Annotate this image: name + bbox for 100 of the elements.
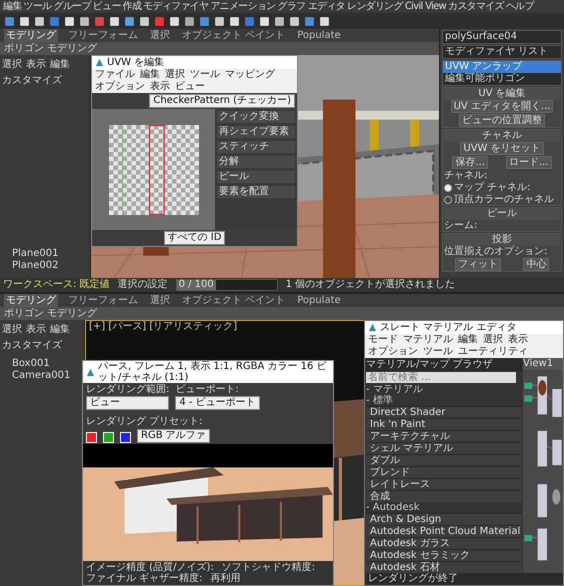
scene-item[interactable]: Box001 [2,358,82,370]
square-icon[interactable] [184,16,195,26]
ribbon-tab[interactable]: Populate [295,29,343,42]
menu-item[interactable]: 表示 [149,81,171,93]
menu-item[interactable]: 編集 [457,334,479,346]
menu-item[interactable]: マテリアル [402,334,454,346]
menu-item[interactable]: オプション [367,346,419,358]
material-item[interactable]: Arch & Design [366,513,522,525]
explorer-tab[interactable]: 編集 [50,57,70,71]
id-dropdown[interactable]: すべての ID [164,231,226,245]
rollout-title[interactable]: ピール [444,208,560,220]
rollout-title[interactable]: ピール [217,171,295,183]
ribbon-tab[interactable]: モデリング [4,294,58,307]
rollout-title[interactable]: クイック変換 [217,111,295,123]
menu-item[interactable]: カスタマイズ [447,0,505,13]
explorer-tab[interactable]: 編集 [50,322,70,336]
panel-button[interactable]: 保存... [452,156,488,169]
category-header[interactable]: - Autodesk [366,502,522,513]
menu-item[interactable]: ツール [22,0,53,13]
explorer-tab[interactable]: 選択 [2,322,22,336]
panel-button[interactable]: UV エディタを開く... [450,100,554,113]
modifier-item[interactable]: UVW アンラップ [443,61,561,73]
viewport-dropdown[interactable]: 4 - ビューポート [175,396,260,410]
square-icon[interactable] [169,16,180,26]
square-icon[interactable] [259,16,270,26]
ribbon-tab[interactable]: 選択 [148,29,172,42]
menu-item[interactable]: ヘルプ [504,0,535,13]
explorer-tab[interactable]: カスタマイズ [2,338,62,352]
ribbon-tab[interactable]: フリーフォーム [66,29,140,42]
material-item[interactable]: Autodesk 石材 [366,561,522,573]
material-item[interactable]: レイトレース [366,478,522,490]
panel-button[interactable]: ロード... [506,156,552,169]
menu-item[interactable]: Civil View [404,0,448,13]
area-dropdown[interactable]: ビュー [86,396,170,410]
explorer-tab[interactable]: 表示 [26,322,46,336]
search-field[interactable]: 名前で検索 ... [366,372,516,383]
menu-item[interactable]: ツール [422,346,454,358]
texture-dropdown[interactable]: CheckerPattern (チェッカー) [149,94,295,108]
workspace-dropdown[interactable]: ワークスペース: 既定値 [3,279,110,291]
category-header[interactable]: - マテリアル [366,384,522,395]
square-icon[interactable] [64,16,75,26]
radio-option[interactable]: 頂点カラーのチャネル [444,194,554,205]
square-icon[interactable] [124,16,135,26]
material-item[interactable]: Autodesk ガラス [366,537,522,549]
rollout-title[interactable]: 投影 [444,234,560,246]
menu-item[interactable]: アニメーション [209,0,276,13]
ribbon-tab[interactable]: オブジェクト ペイント [180,294,288,307]
menu-item[interactable]: ツール [189,69,221,81]
square-icon[interactable] [139,16,150,26]
ribbon-tab[interactable]: Populate [295,294,343,307]
ribbon-tab[interactable]: 選択 [148,294,172,307]
square-icon[interactable] [19,16,30,26]
rollout-title[interactable]: 再シェイプ要素 [217,126,295,138]
view-tab[interactable]: View1 [523,358,563,370]
material-item[interactable]: Ink 'n Paint [366,418,522,430]
square-icon[interactable] [109,16,120,26]
ribbon-tab[interactable]: モデリング [4,29,58,42]
panel-button[interactable]: フィット [454,258,501,271]
material-item[interactable]: シェル マテリアル [366,442,522,454]
explorer-tab[interactable]: カスタマイズ [2,73,62,87]
ribbon-panel-title[interactable]: ポリゴン モデリング [4,43,98,54]
square-icon[interactable] [319,16,330,26]
square-icon[interactable] [79,16,90,26]
menu-item[interactable]: 表示 [507,334,529,346]
material-item[interactable]: Autodesk Point Cloud Material [366,525,522,537]
menu-item[interactable]: マッピング [224,69,276,81]
menu-item[interactable]: オプション [94,81,146,93]
category-header[interactable]: - 標準 [366,395,522,406]
channel-dropdown[interactable]: RGB アルファ [137,429,210,443]
menu-item[interactable]: ユーティリティ [457,346,529,358]
scene-item[interactable]: Plane001 [2,248,88,260]
menu-item[interactable]: 編集 [2,0,23,13]
menu-item[interactable]: 編集 [139,69,161,81]
scene-item[interactable]: Plane002 [2,260,88,272]
ribbon-panel-title[interactable]: ポリゴン モデリング [4,308,98,319]
menu-item[interactable]: ビュー [174,81,206,93]
menu-item[interactable]: グラフ エディタ [276,0,346,13]
menu-item[interactable]: レンダリング [346,0,404,13]
rollout-title[interactable]: 要素を配置 [217,186,295,198]
rollout-title[interactable]: チャネル [444,130,560,142]
modifier-item[interactable]: 編集可能ポリゴン [443,73,561,85]
scene-item[interactable]: Camera001 [2,370,82,382]
radio-option[interactable]: マップ チャネル: [444,182,531,193]
channel-toggle[interactable] [120,432,131,443]
ribbon-tab[interactable]: オブジェクト ペイント [180,29,288,42]
panel-button[interactable]: ビューの位置調整 [459,114,545,127]
material-item[interactable]: 合成 [366,490,522,502]
menu-item[interactable]: 選択 [482,334,504,346]
explorer-tab[interactable]: 表示 [26,57,46,71]
material-item[interactable]: Autodesk セラミック [366,549,522,561]
panel-button[interactable]: UVW をリセット [460,142,544,155]
object-name-field[interactable]: polySurface04 [442,30,562,44]
modifier-list-dropdown[interactable]: モディファイヤ リスト [442,45,562,59]
menu-item[interactable]: ビュー [92,0,122,13]
material-item[interactable]: ダブル [366,454,522,466]
viewport-label[interactable]: [+] [パース] [リアリスティック] [86,321,238,333]
selection-sets-field[interactable]: 選択の設定 [118,279,168,291]
menu-item[interactable]: モディファイヤ [142,0,210,13]
menu-item[interactable]: モード [367,334,399,346]
square-icon[interactable] [214,16,225,26]
